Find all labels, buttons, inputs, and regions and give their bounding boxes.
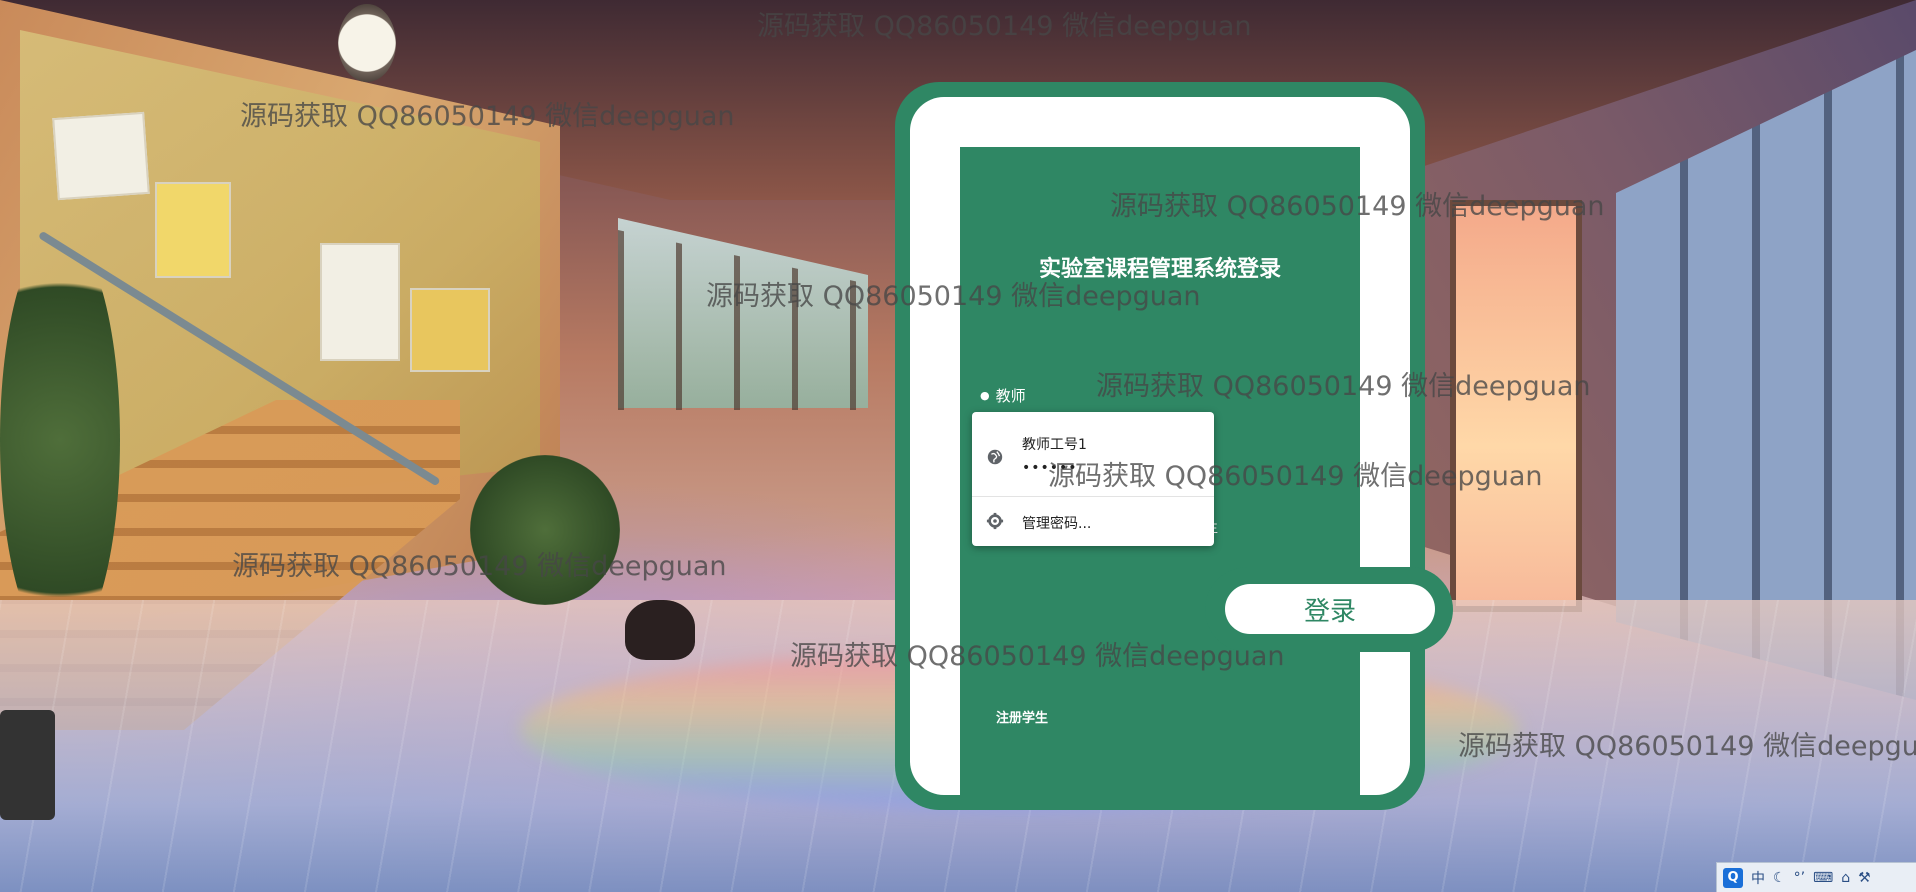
qq-icon[interactable]: Q (1723, 867, 1743, 888)
poster (155, 182, 231, 278)
login-button[interactable]: 登录 (1225, 584, 1435, 634)
wrench-icon[interactable]: ⚒ (1858, 870, 1871, 886)
plant (470, 455, 620, 605)
manage-passwords-label: 管理密码... (1022, 516, 1092, 532)
window-frames (618, 230, 868, 410)
system-tray: Q 中 ☾ °’ ⌨ ⌂ ⚒ (1716, 862, 1916, 892)
keyboard-icon[interactable]: ⌨ (1813, 870, 1833, 886)
plant-pot (0, 710, 55, 820)
moon-icon[interactable]: ☾ (1773, 870, 1786, 886)
manage-passwords-item[interactable]: 管理密码... (972, 497, 1214, 546)
cat (625, 600, 695, 660)
login-button-ring: 登录 (1205, 567, 1453, 652)
wall-clock (338, 4, 396, 82)
role-label: 教师 (995, 387, 1026, 405)
autofill-dropdown: 教师工号1 •••••• 管理密码... (972, 412, 1214, 546)
plant (0, 230, 120, 650)
user-icon: ● (980, 389, 990, 402)
autofill-password: •••••• (1022, 460, 1078, 476)
autofill-credential-entry[interactable]: 教师工号1 •••••• (972, 412, 1214, 496)
globe-icon (987, 449, 1003, 465)
page-title: 实验室课程管理系统登录 (1038, 256, 1281, 282)
autofill-username: 教师工号1 (1022, 437, 1087, 453)
punctuation-icon[interactable]: °’ (1794, 870, 1805, 886)
poster (410, 288, 490, 372)
poster (52, 111, 150, 201)
gear-icon (986, 512, 1004, 530)
register-student-button[interactable]: 注册学生 (996, 707, 1048, 726)
poster (320, 243, 400, 361)
role-selector[interactable]: ● 教师 (980, 385, 1026, 406)
ime-chinese-icon[interactable]: 中 (1751, 868, 1765, 888)
settings-icon[interactable]: ⌂ (1841, 870, 1850, 886)
doorway (1450, 200, 1582, 612)
